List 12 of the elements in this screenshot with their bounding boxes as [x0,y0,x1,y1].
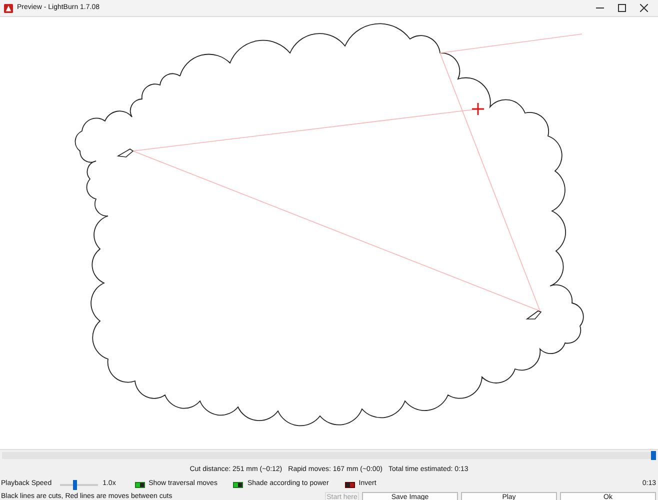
timeline-track[interactable] [2,452,656,459]
maximize-icon[interactable] [618,4,626,12]
cut-slit [526,310,542,320]
slider-thumb[interactable] [72,480,77,490]
app-logo-icon [4,4,13,12]
toggle-switch[interactable] [233,482,244,488]
laser-crosshair-icon [471,102,485,116]
toggle-switch[interactable] [344,482,355,488]
cut-slit [116,148,134,158]
toggle-switch[interactable] [134,482,145,488]
close-icon[interactable] [640,4,648,12]
timeline-thumb[interactable] [651,451,656,460]
